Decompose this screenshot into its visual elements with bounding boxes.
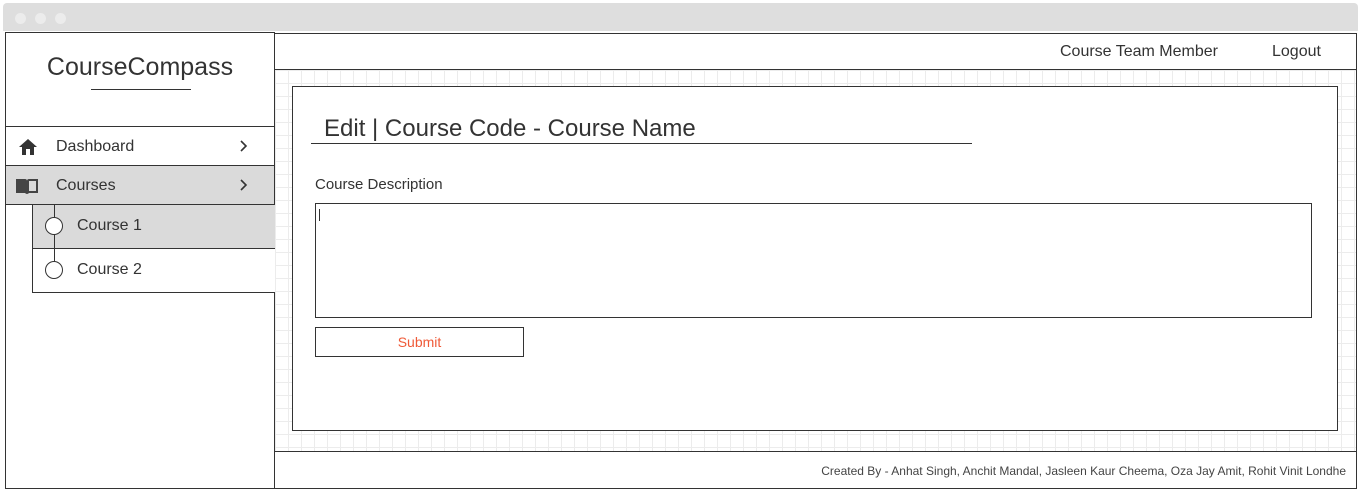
brand-logo: CourseCompass bbox=[46, 53, 234, 81]
sidebar-item-courses[interactable]: Courses bbox=[6, 166, 274, 205]
sidebar-subitem-label: Course 1 bbox=[77, 217, 142, 234]
sidebar: CourseCompass Dashboard Courses Course 1… bbox=[5, 32, 275, 489]
top-navbar: Course Team Member Logout bbox=[275, 33, 1357, 70]
brand-underline bbox=[91, 89, 191, 90]
course-description-label: Course Description bbox=[315, 176, 443, 193]
footer-credits: Created By - Anhat Singh, Anchit Mandal,… bbox=[821, 464, 1346, 478]
course-description-textarea[interactable] bbox=[315, 203, 1312, 318]
submit-button[interactable]: Submit bbox=[315, 327, 524, 357]
tree-connector-line bbox=[54, 205, 55, 269]
title-underline bbox=[311, 143, 972, 144]
text-caret bbox=[319, 209, 320, 221]
window-title-bar bbox=[3, 3, 1358, 31]
window-minimize-dot[interactable] bbox=[35, 13, 46, 24]
window-close-dot[interactable] bbox=[15, 13, 26, 24]
tree-node-circle-icon bbox=[45, 217, 63, 235]
chevron-right-icon bbox=[240, 140, 248, 152]
window-maximize-dot[interactable] bbox=[55, 13, 66, 24]
page-title: Edit | Course Code - Course Name bbox=[324, 115, 696, 142]
edit-course-card: Edit | Course Code - Course Name Course … bbox=[292, 86, 1338, 431]
tree-node-circle-icon bbox=[45, 261, 63, 279]
sidebar-item-dashboard[interactable]: Dashboard bbox=[6, 127, 274, 166]
footer: Created By - Anhat Singh, Anchit Mandal,… bbox=[275, 451, 1357, 489]
role-link[interactable]: Course Team Member bbox=[1060, 43, 1218, 61]
sidebar-item-label: Courses bbox=[56, 177, 116, 194]
sidebar-subitem-label: Course 2 bbox=[77, 261, 142, 278]
chevron-right-icon bbox=[240, 179, 248, 191]
home-icon bbox=[19, 139, 37, 155]
book-icon bbox=[16, 179, 38, 194]
sidebar-item-label: Dashboard bbox=[56, 138, 135, 155]
sidebar-subitem-course-1[interactable]: Course 1 bbox=[32, 205, 275, 249]
logout-link[interactable]: Logout bbox=[1272, 43, 1321, 61]
sidebar-subitem-course-2[interactable]: Course 2 bbox=[32, 249, 275, 293]
